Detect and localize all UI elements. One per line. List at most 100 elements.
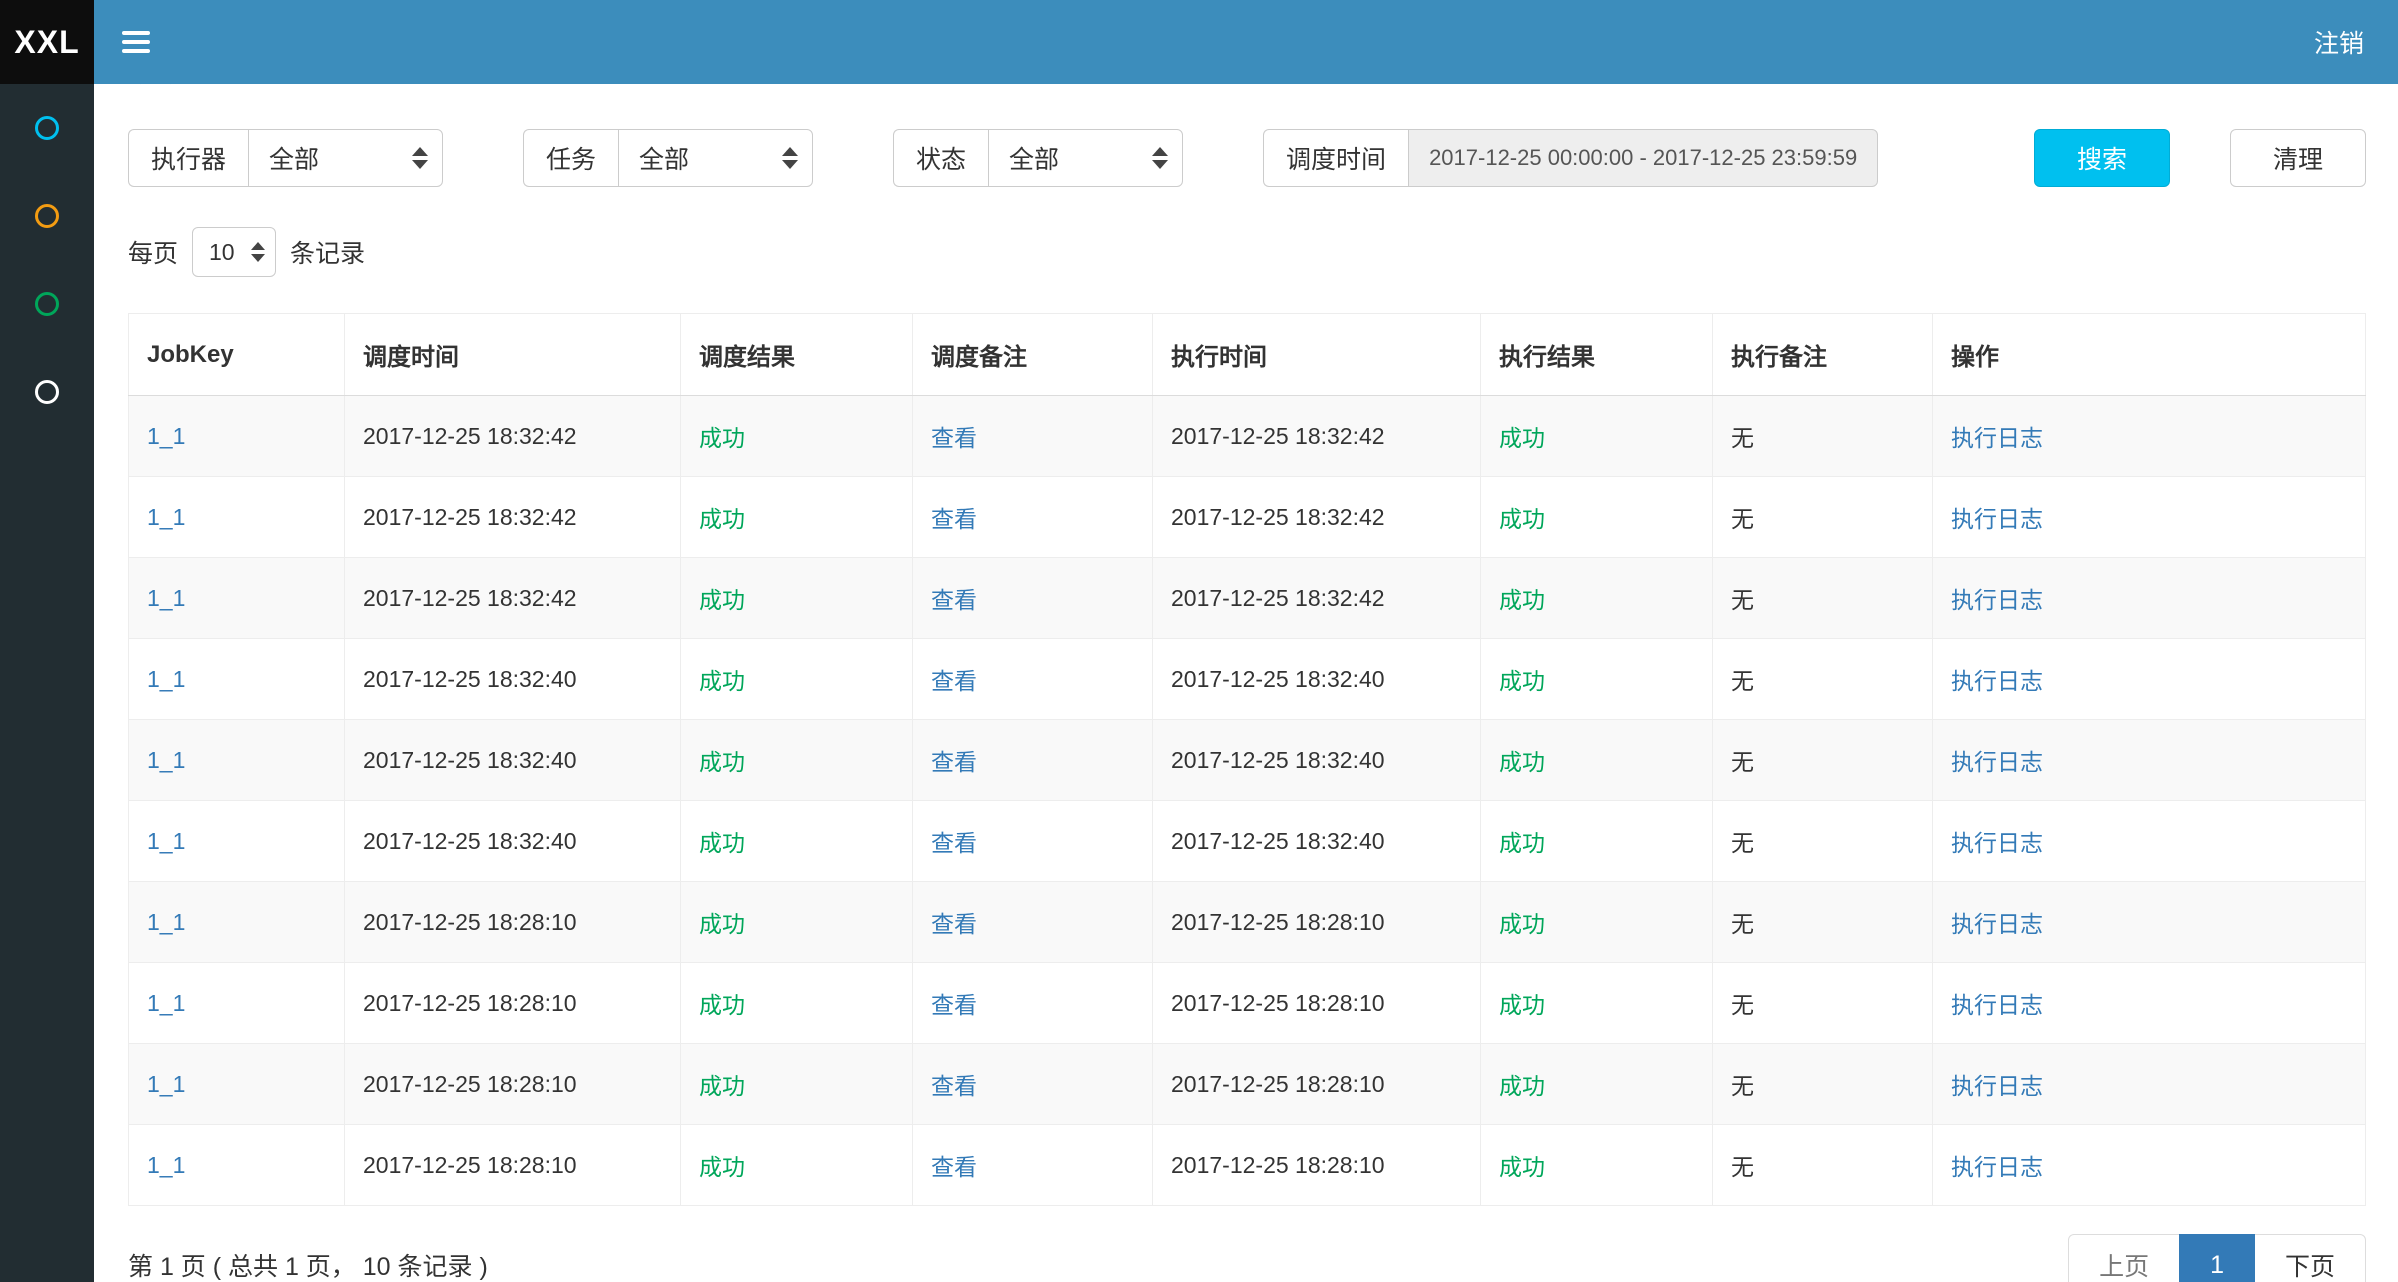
handle-time-cell: 2017-12-25 18:32:40 [1153, 801, 1481, 882]
trigger-time-range-value: 2017-12-25 00:00:00 - 2017-12-25 23:59:5… [1429, 145, 1857, 171]
job-select[interactable]: 全部 [618, 129, 813, 187]
filter-bar: 执行器 全部 任务 全部 状态 全部 调度时间 2017-12-25 00:00… [128, 129, 2366, 187]
select-arrows-icon [251, 242, 265, 262]
handle-time-cell: 2017-12-25 18:32:42 [1153, 477, 1481, 558]
trigger-time-range-input[interactable]: 2017-12-25 00:00:00 - 2017-12-25 23:59:5… [1408, 129, 1878, 187]
next-page-button[interactable]: 下页 [2254, 1234, 2366, 1282]
table-row: 1_12017-12-25 18:32:40成功查看2017-12-25 18:… [129, 720, 2366, 801]
clear-button[interactable]: 清理 [2230, 129, 2366, 187]
logout-link[interactable]: 注销 [2280, 0, 2398, 84]
handle-result-cell: 成功 [1481, 639, 1713, 720]
sidebar-item-3[interactable] [0, 260, 94, 348]
handle-msg-cell: 无 [1713, 396, 1933, 477]
log-table-body: 1_12017-12-25 18:32:42成功查看2017-12-25 18:… [129, 396, 2366, 1206]
page-size-select[interactable]: 10 [192, 227, 276, 277]
current-page-button[interactable]: 1 [2179, 1234, 2255, 1282]
exec-log-link[interactable]: 执行日志 [1951, 425, 2043, 451]
handle-time-cell: 2017-12-25 18:32:40 [1153, 639, 1481, 720]
trigger-msg-link[interactable]: 查看 [931, 749, 977, 775]
handle-result-cell: 成功 [1481, 1044, 1713, 1125]
executor-select-value: 全部 [269, 140, 319, 176]
jobkey-link[interactable]: 1_1 [147, 909, 185, 935]
table-footer: 第 1 页 ( 总共 1 页， 10 条记录 ) 上页 1 下页 [128, 1234, 2366, 1282]
trigger-result-cell: 成功 [681, 1125, 913, 1206]
exec-log-link[interactable]: 执行日志 [1951, 1073, 2043, 1099]
circle-icon [35, 380, 59, 404]
table-row: 1_12017-12-25 18:32:40成功查看2017-12-25 18:… [129, 801, 2366, 882]
trigger-msg-link[interactable]: 查看 [931, 506, 977, 532]
handle-time-cell: 2017-12-25 18:28:10 [1153, 1125, 1481, 1206]
column-header: 调度结果 [681, 314, 913, 396]
trigger-time-cell: 2017-12-25 18:32:42 [345, 396, 681, 477]
exec-log-link[interactable]: 执行日志 [1951, 1154, 2043, 1180]
app-logo[interactable]: XXL [0, 0, 94, 84]
trigger-msg-link[interactable]: 查看 [931, 668, 977, 694]
job-filter-label: 任务 [523, 129, 618, 187]
trigger-time-cell: 2017-12-25 18:32:42 [345, 477, 681, 558]
trigger-msg-link[interactable]: 查看 [931, 1154, 977, 1180]
table-row: 1_12017-12-25 18:32:40成功查看2017-12-25 18:… [129, 639, 2366, 720]
pagination-info: 第 1 页 ( 总共 1 页， 10 条记录 ) [128, 1247, 488, 1282]
column-header: 操作 [1933, 314, 2366, 396]
table-row: 1_12017-12-25 18:28:10成功查看2017-12-25 18:… [129, 963, 2366, 1044]
trigger-msg-link[interactable]: 查看 [931, 911, 977, 937]
hamburger-icon [122, 31, 150, 35]
exec-log-link[interactable]: 执行日志 [1951, 506, 2043, 532]
handle-time-cell: 2017-12-25 18:32:40 [1153, 720, 1481, 801]
trigger-msg-link[interactable]: 查看 [931, 425, 977, 451]
jobkey-link[interactable]: 1_1 [147, 585, 185, 611]
handle-msg-cell: 无 [1713, 639, 1933, 720]
prev-page-button[interactable]: 上页 [2068, 1234, 2180, 1282]
trigger-result-cell: 成功 [681, 963, 913, 1044]
executor-select[interactable]: 全部 [248, 129, 443, 187]
dispatch-log-table: JobKey调度时间调度结果调度备注执行时间执行结果执行备注操作 1_12017… [128, 313, 2366, 1206]
trigger-result-cell: 成功 [681, 639, 913, 720]
jobkey-link[interactable]: 1_1 [147, 1152, 185, 1178]
handle-msg-cell: 无 [1713, 882, 1933, 963]
jobkey-link[interactable]: 1_1 [147, 1071, 185, 1097]
page-size-prefix: 每页 [128, 234, 178, 270]
trigger-msg-link[interactable]: 查看 [931, 992, 977, 1018]
handle-time-cell: 2017-12-25 18:32:42 [1153, 558, 1481, 639]
handle-msg-cell: 无 [1713, 1125, 1933, 1206]
exec-log-link[interactable]: 执行日志 [1951, 587, 2043, 613]
sidebar-item-4[interactable] [0, 348, 94, 436]
trigger-time-filter-group: 调度时间 2017-12-25 00:00:00 - 2017-12-25 23… [1263, 129, 1878, 187]
select-arrows-icon [1152, 147, 1168, 169]
trigger-result-cell: 成功 [681, 396, 913, 477]
job-select-value: 全部 [639, 140, 689, 176]
column-header: 执行备注 [1713, 314, 1933, 396]
page-size-value: 10 [209, 239, 235, 266]
trigger-msg-link[interactable]: 查看 [931, 830, 977, 856]
circle-icon [35, 116, 59, 140]
trigger-msg-link[interactable]: 查看 [931, 587, 977, 613]
trigger-time-cell: 2017-12-25 18:28:10 [345, 882, 681, 963]
table-row: 1_12017-12-25 18:28:10成功查看2017-12-25 18:… [129, 882, 2366, 963]
handle-msg-cell: 无 [1713, 477, 1933, 558]
trigger-msg-link[interactable]: 查看 [931, 1073, 977, 1099]
main-content: 调度日志 任务调度中心 执行器 全部 任务 全部 状态 全部 调度 [94, 0, 2398, 1282]
exec-log-link[interactable]: 执行日志 [1951, 992, 2043, 1018]
trigger-time-cell: 2017-12-25 18:32:40 [345, 639, 681, 720]
top-navbar: XXL 注销 [0, 0, 2398, 84]
search-button[interactable]: 搜索 [2034, 129, 2170, 187]
status-select[interactable]: 全部 [988, 129, 1183, 187]
sidebar-item-1[interactable] [0, 84, 94, 172]
exec-log-link[interactable]: 执行日志 [1951, 911, 2043, 937]
jobkey-link[interactable]: 1_1 [147, 504, 185, 530]
jobkey-link[interactable]: 1_1 [147, 423, 185, 449]
exec-log-link[interactable]: 执行日志 [1951, 830, 2043, 856]
handle-time-cell: 2017-12-25 18:32:42 [1153, 396, 1481, 477]
exec-log-link[interactable]: 执行日志 [1951, 749, 2043, 775]
pagination: 上页 1 下页 [2068, 1234, 2366, 1282]
sidebar-item-2[interactable] [0, 172, 94, 260]
status-select-value: 全部 [1009, 140, 1059, 176]
handle-msg-cell: 无 [1713, 963, 1933, 1044]
jobkey-link[interactable]: 1_1 [147, 747, 185, 773]
jobkey-link[interactable]: 1_1 [147, 666, 185, 692]
jobkey-link[interactable]: 1_1 [147, 990, 185, 1016]
trigger-result-cell: 成功 [681, 558, 913, 639]
jobkey-link[interactable]: 1_1 [147, 828, 185, 854]
sidebar-toggle-button[interactable] [94, 0, 178, 84]
exec-log-link[interactable]: 执行日志 [1951, 668, 2043, 694]
